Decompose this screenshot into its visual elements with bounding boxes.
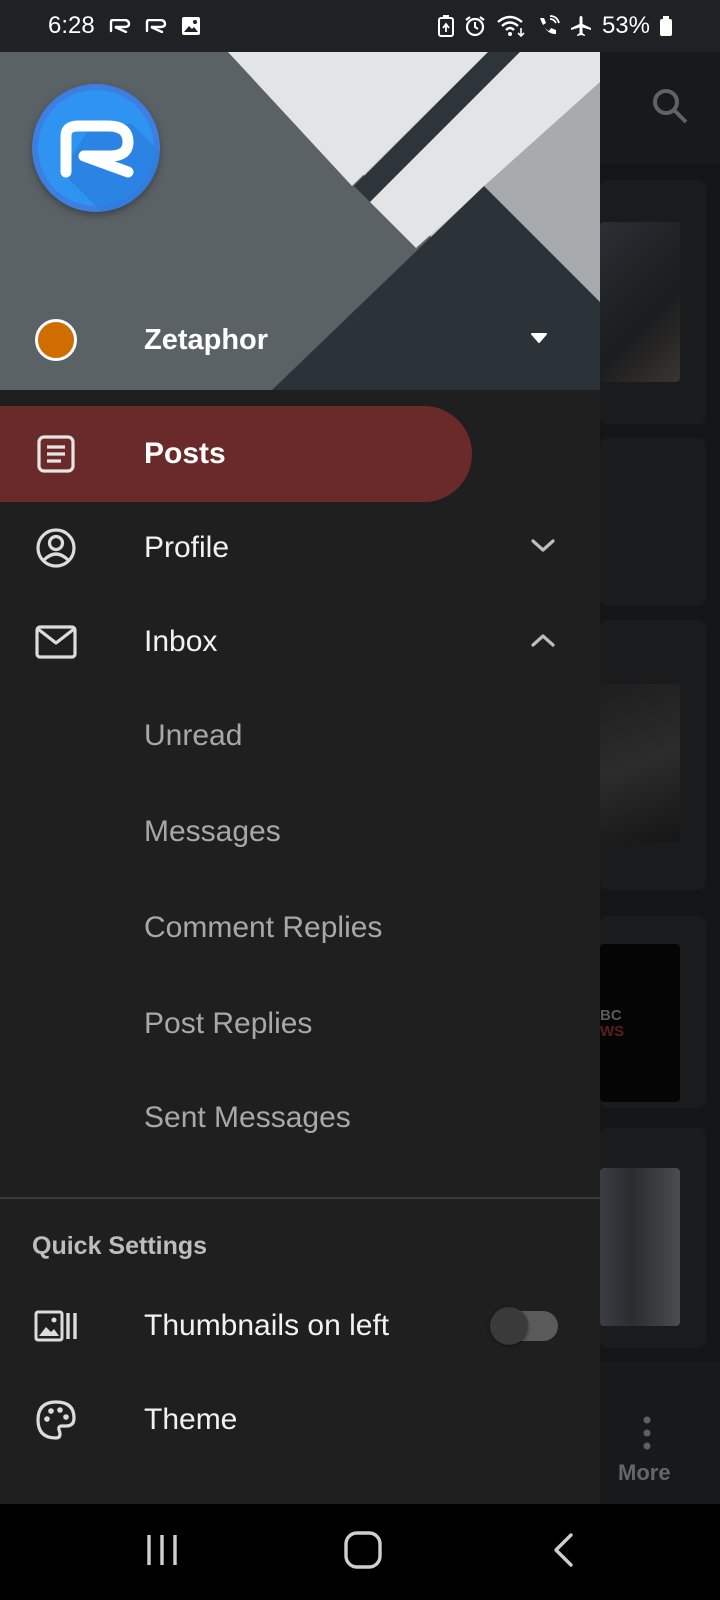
inbox-item-label: Comment Replies bbox=[144, 911, 383, 944]
inbox-item-label: Post Replies bbox=[144, 1007, 313, 1040]
wifi-calling-icon bbox=[536, 15, 560, 37]
recent-apps-icon bbox=[145, 1533, 179, 1572]
inbox-item-unread[interactable]: Unread bbox=[0, 688, 600, 784]
airplane-mode-icon bbox=[570, 15, 592, 37]
background-post-card bbox=[600, 438, 706, 606]
alarm-icon bbox=[464, 15, 486, 37]
system-navigation-bar bbox=[0, 1504, 720, 1600]
toggle-knob bbox=[490, 1307, 528, 1345]
back-button[interactable] bbox=[504, 1504, 624, 1600]
status-bar: 6:28 53% bbox=[0, 0, 720, 52]
reddit-notification-icon bbox=[145, 19, 167, 33]
navigation-drawer: Zetaphor Posts Profile Inbox Unread Mess… bbox=[0, 52, 600, 1504]
setting-thumbnails-on-left[interactable]: Thumbnails on left bbox=[0, 1278, 600, 1374]
menu-item-label: Posts bbox=[144, 437, 226, 470]
setting-label: Theme bbox=[144, 1403, 238, 1436]
menu-item-posts[interactable]: Posts bbox=[0, 406, 472, 502]
battery-percentage: 53% bbox=[601, 12, 650, 39]
home-icon bbox=[343, 1530, 383, 1575]
account-name: Zetaphor bbox=[144, 323, 269, 356]
drawer-header: Zetaphor bbox=[0, 52, 600, 390]
setting-theme[interactable]: Theme bbox=[0, 1372, 600, 1468]
background-post-thumbnail: BC WS bbox=[600, 944, 680, 1102]
menu-item-label: Profile bbox=[144, 531, 230, 564]
image-notification-icon bbox=[181, 16, 201, 36]
thumbnails-toggle[interactable] bbox=[490, 1307, 558, 1345]
battery-saver-icon bbox=[437, 15, 454, 37]
background-news-logo-sub: WS bbox=[600, 1023, 625, 1040]
back-icon bbox=[551, 1532, 577, 1573]
palette-icon bbox=[34, 1398, 78, 1442]
inbox-item-label: Unread bbox=[144, 719, 243, 752]
chevron-down-icon[interactable] bbox=[530, 538, 556, 559]
inbox-item-label: Messages bbox=[144, 815, 281, 848]
profile-icon bbox=[34, 526, 78, 570]
account-avatar bbox=[35, 319, 77, 361]
menu-item-label: Inbox bbox=[144, 625, 218, 658]
inbox-item-label: Sent Messages bbox=[144, 1101, 351, 1134]
inbox-item-post-replies[interactable]: Post Replies bbox=[0, 976, 600, 1072]
posts-icon bbox=[34, 432, 78, 476]
inbox-item-messages[interactable]: Messages bbox=[0, 784, 600, 880]
account-switcher[interactable]: Zetaphor bbox=[0, 292, 600, 388]
clock: 6:28 bbox=[48, 12, 95, 39]
background-news-logo: BC bbox=[600, 1007, 622, 1024]
more-label[interactable]: More bbox=[618, 1460, 671, 1486]
background-post-thumbnail bbox=[600, 684, 680, 842]
reddit-notification-icon bbox=[109, 19, 131, 33]
quick-settings-title: Quick Settings bbox=[32, 1232, 208, 1260]
inbox-item-comment-replies[interactable]: Comment Replies bbox=[0, 880, 600, 976]
menu-item-inbox[interactable]: Inbox bbox=[0, 594, 600, 690]
background-post-thumbnail bbox=[600, 222, 680, 382]
wifi-icon bbox=[496, 14, 526, 38]
search-icon[interactable] bbox=[650, 86, 690, 131]
setting-label: Thumbnails on left bbox=[144, 1309, 390, 1342]
battery-icon bbox=[660, 16, 672, 36]
thumbnail-layout-icon bbox=[34, 1304, 78, 1348]
caret-down-icon[interactable] bbox=[530, 331, 548, 349]
background-post-thumbnail bbox=[600, 1168, 680, 1326]
inbox-icon bbox=[34, 620, 78, 664]
home-button[interactable] bbox=[303, 1504, 423, 1600]
recent-apps-button[interactable] bbox=[102, 1504, 222, 1600]
inbox-item-sent-messages[interactable]: Sent Messages bbox=[0, 1070, 600, 1166]
menu-item-profile[interactable]: Profile bbox=[0, 500, 600, 596]
app-logo bbox=[32, 84, 160, 212]
more-vertical-icon[interactable] bbox=[643, 1416, 651, 1455]
chevron-up-icon[interactable] bbox=[530, 632, 556, 653]
divider bbox=[0, 1197, 600, 1199]
